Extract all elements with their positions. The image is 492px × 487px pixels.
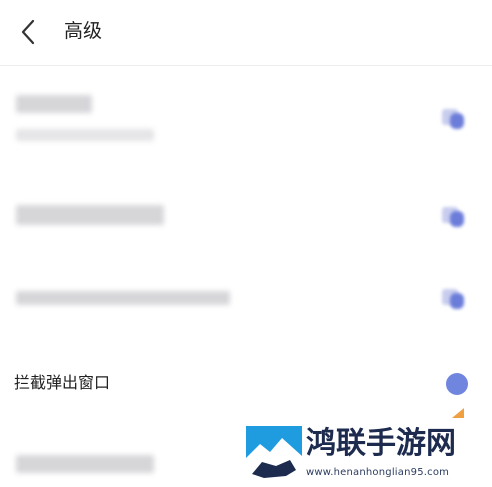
setting-row-block-popups[interactable]: 拦截弹出窗口	[0, 347, 492, 417]
orange-corner-icon	[452, 408, 464, 418]
block-popups-label: 拦截弹出窗口	[14, 373, 111, 392]
blurred-title	[16, 205, 164, 225]
toggle-switch[interactable]	[442, 107, 466, 133]
setting-row-1[interactable]	[0, 67, 492, 177]
blurred-subtitle	[16, 129, 154, 141]
setting-row-2[interactable]	[0, 177, 492, 263]
blurred-title	[16, 455, 154, 473]
blurred-title	[16, 95, 92, 113]
page-title: 高级	[64, 20, 103, 42]
toggle-switch[interactable]	[442, 205, 466, 231]
header-bar: 高级	[0, 0, 492, 66]
watermark-logo-icon	[246, 426, 302, 482]
blurred-title	[16, 291, 230, 305]
toggle-switch[interactable]	[442, 287, 466, 313]
setting-row-3[interactable]	[0, 263, 492, 347]
back-button[interactable]	[14, 16, 42, 48]
radio-dot-icon[interactable]	[446, 373, 468, 395]
chevron-left-icon	[21, 19, 35, 45]
watermark-url: www.henanhonglian95.com	[306, 467, 450, 478]
watermark-name: 鸿联手游网	[306, 426, 456, 461]
